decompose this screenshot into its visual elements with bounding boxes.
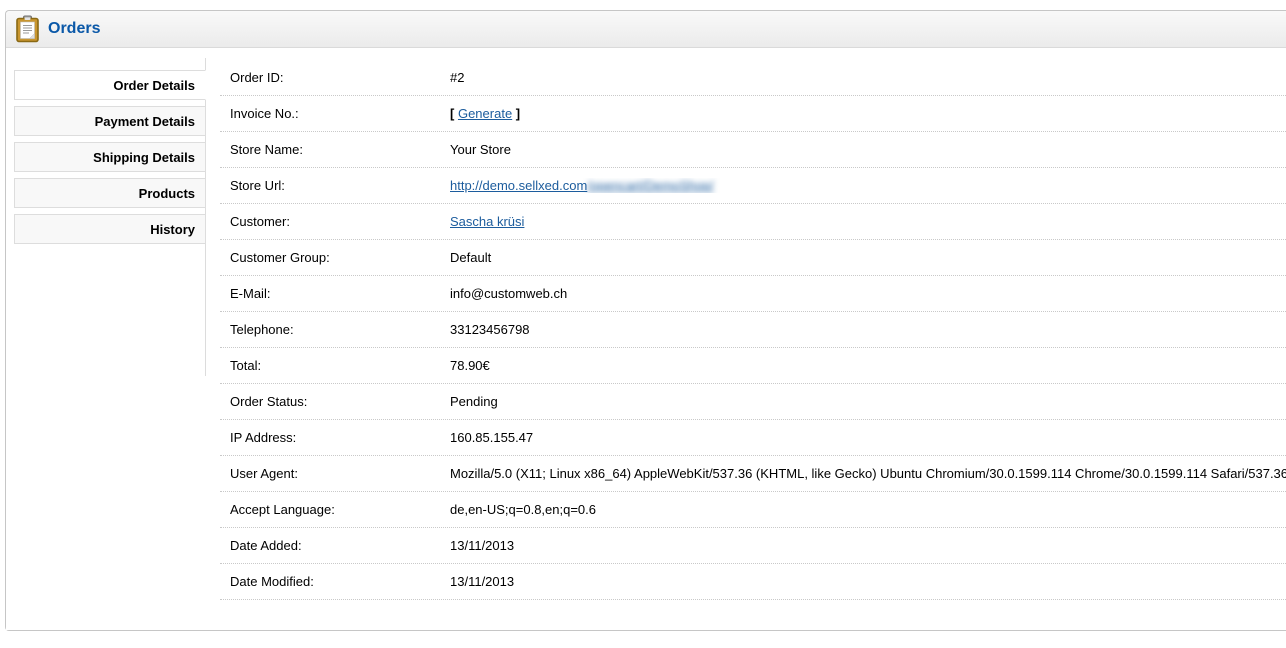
date-modified-value: 13/11/2013 <box>450 574 1286 589</box>
order-id-label: Order ID: <box>230 70 450 85</box>
customer-value: Sascha krüsi <box>450 214 1286 229</box>
row-accept-language: Accept Language: de,en-US;q=0.8,en;q=0.6 <box>220 492 1286 528</box>
row-store-url: Store Url: http://demo.sellxed.com/openc… <box>220 168 1286 204</box>
invoice-no-value: [ Generate ] <box>450 106 1286 121</box>
store-name-value: Your Store <box>450 142 1286 157</box>
row-email: E-Mail: info@customweb.ch <box>220 276 1286 312</box>
customer-group-value: Default <box>450 250 1286 265</box>
generate-invoice-link[interactable]: Generate <box>458 106 512 121</box>
store-url-value: http://demo.sellxed.com/opencart/DemoSho… <box>450 178 1286 193</box>
bracket-close: ] <box>516 106 520 121</box>
email-label: E-Mail: <box>230 286 450 301</box>
panel-header: Orders <box>6 11 1286 48</box>
row-total: Total: 78.90€ <box>220 348 1286 384</box>
order-tabs: Order Details Payment Details Shipping D… <box>14 70 206 250</box>
row-ip-address: IP Address: 160.85.155.47 <box>220 420 1286 456</box>
store-url-visible-part: http://demo.sellxed.com <box>450 178 587 193</box>
row-user-agent: User Agent: Mozilla/5.0 (X11; Linux x86_… <box>220 456 1286 492</box>
customer-link[interactable]: Sascha krüsi <box>450 214 524 229</box>
date-added-label: Date Added: <box>230 538 450 553</box>
customer-label: Customer: <box>230 214 450 229</box>
tab-shipping-details[interactable]: Shipping Details <box>14 142 206 172</box>
store-name-label: Store Name: <box>230 142 450 157</box>
row-order-id: Order ID: #2 <box>220 60 1286 96</box>
user-agent-value: Mozilla/5.0 (X11; Linux x86_64) AppleWeb… <box>450 466 1286 481</box>
orders-page: Orders Order Details Payment Details Shi… <box>0 0 1286 648</box>
row-date-modified: Date Modified: 13/11/2013 <box>220 564 1286 600</box>
row-order-status: Order Status: Pending <box>220 384 1286 420</box>
total-label: Total: <box>230 358 450 373</box>
row-date-added: Date Added: 13/11/2013 <box>220 528 1286 564</box>
order-id-value: #2 <box>450 70 1286 85</box>
email-value: info@customweb.ch <box>450 286 1286 301</box>
order-status-value: Pending <box>450 394 1286 409</box>
ip-address-label: IP Address: <box>230 430 450 445</box>
row-customer-group: Customer Group: Default <box>220 240 1286 276</box>
tab-order-details[interactable]: Order Details <box>14 70 206 100</box>
page-title: Orders <box>48 20 100 38</box>
date-added-value: 13/11/2013 <box>450 538 1286 553</box>
customer-group-label: Customer Group: <box>230 250 450 265</box>
telephone-value: 33123456798 <box>450 322 1286 337</box>
date-modified-label: Date Modified: <box>230 574 450 589</box>
total-value: 78.90€ <box>450 358 1286 373</box>
row-customer: Customer: Sascha krüsi <box>220 204 1286 240</box>
row-store-name: Store Name: Your Store <box>220 132 1286 168</box>
bracket-open: [ <box>450 106 454 121</box>
orders-panel: Orders Order Details Payment Details Shi… <box>5 10 1286 631</box>
user-agent-label: User Agent: <box>230 466 450 481</box>
ip-address-value: 160.85.155.47 <box>450 430 1286 445</box>
tab-products[interactable]: Products <box>14 178 206 208</box>
store-url-link[interactable]: http://demo.sellxed.com/opencart/DemoSho… <box>450 178 714 193</box>
tab-history[interactable]: History <box>14 214 206 244</box>
panel-content: Order Details Payment Details Shipping D… <box>6 48 1286 630</box>
invoice-no-label: Invoice No.: <box>230 106 450 121</box>
store-url-obscured-part: /opencart/DemoShop/ <box>587 178 713 193</box>
telephone-label: Telephone: <box>230 322 450 337</box>
tab-payment-details[interactable]: Payment Details <box>14 106 206 136</box>
store-url-label: Store Url: <box>230 178 450 193</box>
accept-language-label: Accept Language: <box>230 502 450 517</box>
order-status-label: Order Status: <box>230 394 450 409</box>
order-details-list: Order ID: #2 Invoice No.: [ Generate ] S… <box>220 60 1286 600</box>
clipboard-icon <box>15 15 40 43</box>
accept-language-value: de,en-US;q=0.8,en;q=0.6 <box>450 502 1286 517</box>
row-invoice-no: Invoice No.: [ Generate ] <box>220 96 1286 132</box>
row-telephone: Telephone: 33123456798 <box>220 312 1286 348</box>
